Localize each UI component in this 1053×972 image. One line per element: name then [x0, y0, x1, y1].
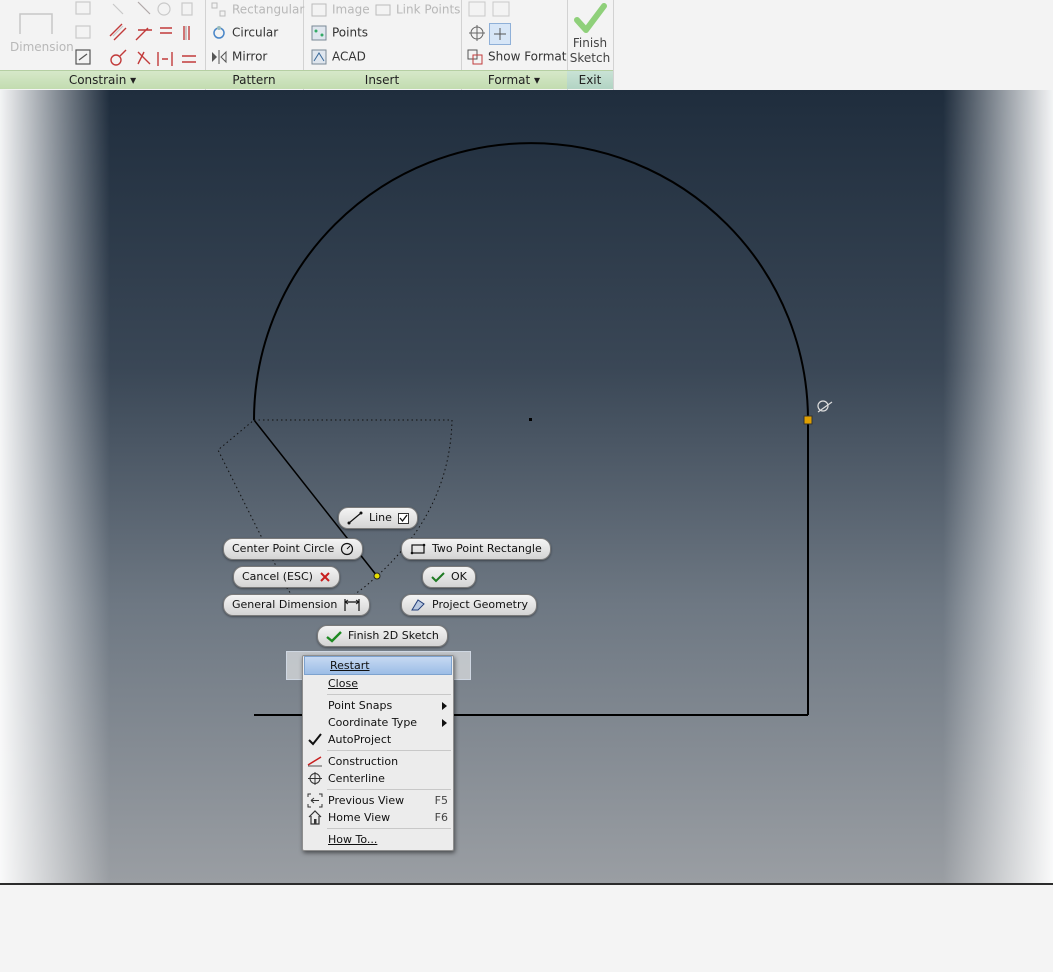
- dimension-label: Dimension: [10, 40, 74, 54]
- ribbon: Dimension Constrain ▾ Rectangular Circul…: [0, 0, 1053, 90]
- points-icon: [311, 25, 327, 41]
- menu-item-how-to[interactable]: How To...: [303, 831, 453, 848]
- center-point-icon: [494, 28, 506, 40]
- two-point-rectangle-button[interactable]: Two Point Rectangle: [401, 538, 551, 560]
- tangent-constraint-glyph: [817, 400, 833, 413]
- centerline-icon: [308, 772, 322, 785]
- circular-pattern-button[interactable]: Circular: [211, 25, 278, 41]
- checkmark-icon: [574, 3, 607, 33]
- home-icon: [308, 810, 322, 825]
- finish-2d-sketch-button[interactable]: Finish 2D Sketch: [317, 625, 448, 647]
- home-view-shortcut: F6: [434, 811, 448, 824]
- insert-panel-title: Insert: [303, 70, 461, 89]
- menu-item-point-snaps[interactable]: Point Snaps: [303, 697, 453, 714]
- cancel-button[interactable]: Cancel (ESC): [233, 566, 340, 588]
- sketch-canvas[interactable]: [0, 90, 1053, 883]
- finish-sketch-line2: Sketch: [569, 51, 611, 65]
- insert-panel: Image Link Points Points ACAD Insert: [303, 0, 462, 90]
- menu-item-construction[interactable]: Construction: [303, 753, 453, 770]
- sketch-geometry: [217, 142, 833, 716]
- menu-item-autoproject[interactable]: AutoProject: [303, 731, 453, 748]
- circular-pattern-icon: [213, 26, 225, 39]
- menu-item-previous-view[interactable]: Previous View F5: [303, 792, 453, 809]
- link-points-button[interactable]: Link Points: [375, 2, 460, 18]
- exit-panel: Finish Sketch Exit: [567, 0, 614, 90]
- menu-item-close[interactable]: Close: [303, 675, 453, 692]
- format-panel: Show Format Format ▾: [461, 0, 568, 90]
- constrain-panel: Dimension Constrain ▾: [0, 0, 206, 90]
- rectangle-icon: [410, 543, 426, 555]
- centerline-toggle[interactable]: [489, 23, 511, 45]
- project-geometry-icon: [411, 599, 425, 611]
- checkmark-icon: [308, 733, 322, 746]
- menu-separator: [327, 750, 451, 751]
- show-format-button[interactable]: Show Format: [467, 49, 566, 65]
- rectangular-pattern-button[interactable]: Rectangular: [211, 2, 304, 18]
- project-geometry-button[interactable]: Project Geometry: [401, 594, 537, 616]
- link-points-icon: [375, 4, 391, 16]
- image-icon: [311, 3, 327, 17]
- line-button[interactable]: Line: [338, 507, 418, 529]
- close-icon: [320, 572, 330, 582]
- general-dimension-button[interactable]: General Dimension: [223, 594, 371, 616]
- points-button[interactable]: Points: [311, 25, 368, 41]
- acad-button[interactable]: ACAD: [311, 49, 366, 65]
- constrain-panel-title[interactable]: Constrain ▾: [0, 70, 205, 89]
- arc-center-point: [529, 418, 532, 421]
- checkbox-icon: [397, 512, 409, 524]
- exit-panel-title: Exit: [567, 70, 613, 89]
- dimension-tool-icon: [344, 599, 360, 611]
- menu-separator: [327, 789, 451, 790]
- endpoint-marker: [803, 415, 813, 425]
- dimension-button[interactable]: Dimension: [4, 4, 74, 54]
- constraint-tools-grid[interactable]: [68, 0, 208, 70]
- image-button[interactable]: Image: [311, 2, 370, 18]
- acad-icon: [311, 49, 327, 65]
- sketch-arc: [253, 142, 809, 421]
- construction-circle-icon: [469, 25, 485, 41]
- center-point-circle-button[interactable]: Center Point Circle: [223, 538, 364, 560]
- circle-icon: [341, 542, 354, 556]
- ok-button[interactable]: OK: [422, 566, 476, 588]
- dimension-icon: [19, 13, 53, 34]
- menu-separator: [327, 828, 451, 829]
- finish-sketch-line1: Finish: [572, 36, 608, 50]
- previous-view-icon: [307, 793, 323, 808]
- mirror-button[interactable]: Mirror: [211, 49, 267, 65]
- show-format-icon: [467, 49, 483, 65]
- menu-separator: [327, 694, 451, 695]
- format-small-icons[interactable]: [467, 0, 527, 24]
- check-icon: [431, 572, 445, 583]
- line-icon: [347, 511, 363, 525]
- menu-item-home-view[interactable]: Home View F6: [303, 809, 453, 826]
- cursor-point: [373, 572, 381, 580]
- rectangular-pattern-icon: [211, 2, 226, 17]
- menu-item-coordinate-type[interactable]: Coordinate Type: [303, 714, 453, 731]
- submenu-arrow-icon: [442, 702, 447, 710]
- pattern-panel-title: Pattern: [205, 70, 303, 89]
- menu-item-centerline[interactable]: Centerline: [303, 770, 453, 787]
- pattern-panel: Rectangular Circular Mirror Pattern: [205, 0, 304, 90]
- construction-icon: [307, 756, 322, 767]
- previous-view-shortcut: F5: [434, 794, 448, 807]
- context-menu: Restart Close Point Snaps Coordinate Typ…: [302, 655, 454, 851]
- menu-item-restart[interactable]: Restart: [304, 656, 452, 675]
- mirror-icon: [212, 50, 227, 64]
- status-area: [0, 883, 1053, 972]
- finish-sketch-button[interactable]: Finish Sketch: [567, 0, 613, 70]
- construction-toggle[interactable]: [467, 23, 487, 43]
- submenu-arrow-icon: [442, 719, 447, 727]
- finish-check-icon: [326, 630, 342, 643]
- format-panel-title[interactable]: Format ▾: [461, 70, 567, 89]
